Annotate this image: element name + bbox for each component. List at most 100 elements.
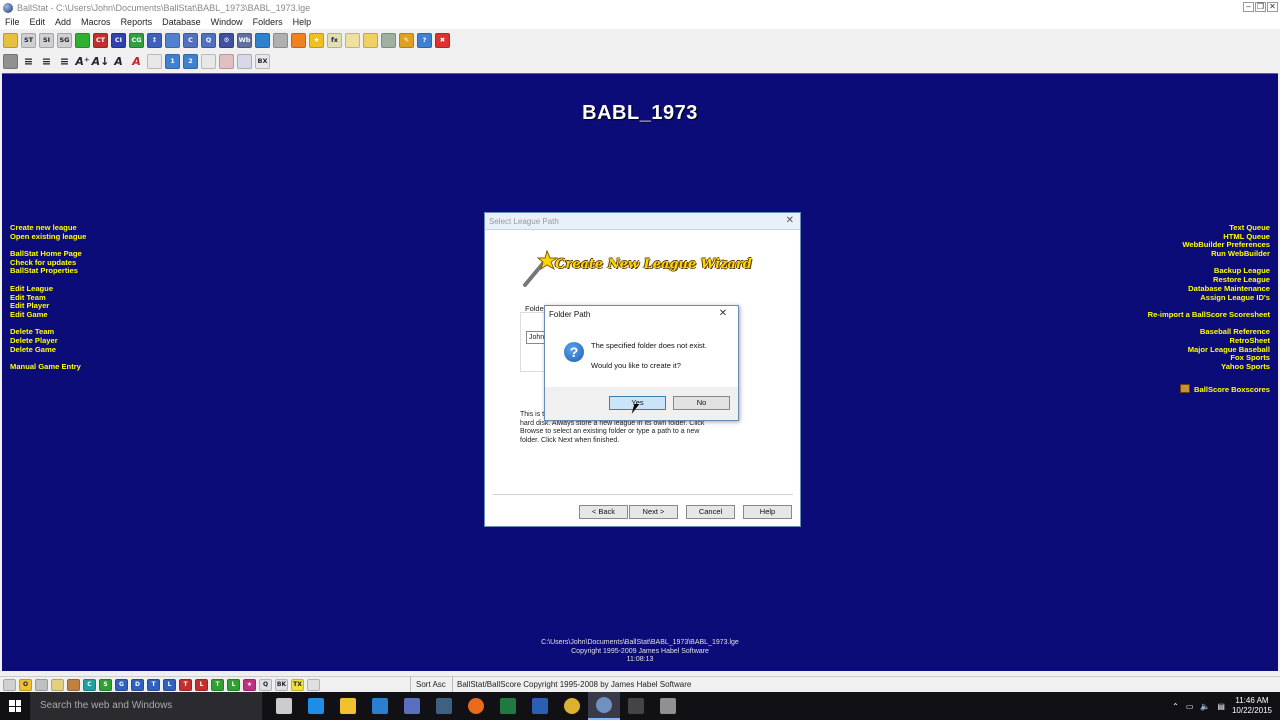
taskbar-word-button[interactable] xyxy=(524,692,556,720)
print-icon[interactable] xyxy=(3,53,18,69)
page-icon[interactable] xyxy=(147,53,162,69)
minimize-button[interactable]: – xyxy=(1243,2,1254,12)
taskbar-clock[interactable]: 11:46 AM 10/22/2015 xyxy=(1232,696,1272,716)
callout-icon[interactable]: 1 xyxy=(165,53,180,69)
c-icon[interactable]: C xyxy=(183,32,198,48)
link-edit-game[interactable]: Edit Game xyxy=(10,310,210,320)
gear-icon[interactable]: ⚙ xyxy=(219,32,234,48)
link-ballscore-boxscores[interactable]: BallScore Boxscores xyxy=(1010,384,1270,394)
ct-icon[interactable]: CT xyxy=(93,32,108,48)
tray-chevron-icon[interactable]: ⌃ xyxy=(1172,702,1179,711)
taskbar-calculator-button[interactable] xyxy=(652,692,684,720)
taskbar-file-explorer-button[interactable] xyxy=(332,692,364,720)
table-icon[interactable] xyxy=(237,53,252,69)
taskbar-app-button[interactable] xyxy=(428,692,460,720)
t-red-icon[interactable]: T xyxy=(179,678,192,691)
callout2-icon[interactable]: 2 xyxy=(183,53,198,69)
taskbar-chrome-button[interactable] xyxy=(556,692,588,720)
next-button[interactable]: Next > xyxy=(629,505,678,519)
menu-edit[interactable]: Edit xyxy=(25,17,51,27)
menu-file[interactable]: File xyxy=(0,17,25,27)
wb-icon[interactable]: Wb xyxy=(237,32,252,48)
open-folder-icon[interactable] xyxy=(3,32,18,48)
l-blue-icon[interactable]: L xyxy=(163,678,176,691)
taskbar-ballstat-button[interactable] xyxy=(588,692,620,720)
menu-folders[interactable]: Folders xyxy=(248,17,288,27)
menu-macros[interactable]: Macros xyxy=(76,17,116,27)
folder-blue-icon[interactable] xyxy=(165,32,180,48)
orange-icon[interactable] xyxy=(291,32,306,48)
dialog-close-icon[interactable]: ✕ xyxy=(712,307,734,321)
link-open-existing-league[interactable]: Open existing league xyxy=(10,232,210,242)
si-icon[interactable]: SI xyxy=(39,32,54,48)
menu-reports[interactable]: Reports xyxy=(116,17,158,27)
t-blue-icon[interactable]: T xyxy=(147,678,160,691)
link-assign-league-id-s[interactable]: Assign League ID's xyxy=(1010,293,1270,303)
back-button[interactable]: < Back xyxy=(579,505,628,519)
bk-icon[interactable]: BK xyxy=(275,678,288,691)
font-icon[interactable]: A xyxy=(111,54,126,69)
ci-icon[interactable]: CI xyxy=(111,32,126,48)
tx-icon[interactable]: TX xyxy=(291,678,304,691)
fx-icon[interactable]: fx xyxy=(327,32,342,48)
bx-icon[interactable]: BX xyxy=(255,53,270,69)
network-icon[interactable]: ▭ xyxy=(1186,702,1194,711)
taskbar-search-input[interactable]: Search the web and Windows xyxy=(30,692,262,720)
link-delete-game[interactable]: Delete Game xyxy=(10,345,210,355)
sort-icon[interactable]: ↕ xyxy=(147,32,162,48)
notifications-icon[interactable]: ▤ xyxy=(1217,702,1225,711)
close-button[interactable]: ✕ xyxy=(1267,2,1278,12)
doc-icon[interactable] xyxy=(201,53,216,69)
link-re-import-a-ballscore-scoresheet[interactable]: Re-import a BallScore Scoresheet xyxy=(1010,310,1270,320)
l-green-icon[interactable]: L xyxy=(227,678,240,691)
align-left-icon[interactable]: ≡ xyxy=(21,54,36,69)
o-icon[interactable]: O xyxy=(19,678,32,691)
q-white-icon[interactable]: Q xyxy=(259,678,272,691)
taskbar-cmd-button[interactable] xyxy=(620,692,652,720)
start-button[interactable] xyxy=(0,692,30,720)
star-red-icon[interactable]: ★ xyxy=(243,678,256,691)
edit-icon[interactable] xyxy=(3,678,16,691)
help-icon[interactable]: ? xyxy=(417,32,432,48)
globe-icon[interactable] xyxy=(255,32,270,48)
font-red-icon[interactable]: A xyxy=(129,54,144,69)
font-larger-icon[interactable]: A⁺ xyxy=(75,54,90,69)
volume-icon[interactable]: 🔈 xyxy=(1200,702,1210,711)
s-green-icon[interactable]: S xyxy=(99,678,112,691)
link-yahoo-sports[interactable]: Yahoo Sports xyxy=(1010,362,1270,372)
g-blue-icon[interactable]: G xyxy=(115,678,128,691)
wizard-close-icon[interactable]: ✕ xyxy=(786,215,794,226)
cg-icon[interactable]: CG xyxy=(129,32,144,48)
align-right-icon[interactable]: ≡ xyxy=(57,54,72,69)
t-green-icon[interactable]: T xyxy=(211,678,224,691)
star-icon[interactable]: ★ xyxy=(309,32,324,48)
cancel-button[interactable]: Cancel xyxy=(686,505,735,519)
q-icon[interactable]: Q xyxy=(201,32,216,48)
st-icon[interactable]: ST xyxy=(21,32,36,48)
link-icon[interactable] xyxy=(273,32,288,48)
l-red-icon[interactable]: L xyxy=(195,678,208,691)
help-button[interactable]: Help xyxy=(743,505,792,519)
taskbar-media-button[interactable] xyxy=(396,692,428,720)
pencil-icon[interactable]: ✎ xyxy=(399,32,414,48)
link-manual-game-entry[interactable]: Manual Game Entry xyxy=(10,362,210,372)
no-button[interactable]: No xyxy=(673,396,730,410)
link-run-webbuilder[interactable]: Run WebBuilder xyxy=(1010,249,1270,259)
menu-add[interactable]: Add xyxy=(50,17,76,27)
doc-red-icon[interactable] xyxy=(219,53,234,69)
box-icon[interactable] xyxy=(67,678,80,691)
close-icon[interactable]: ✖ xyxy=(435,32,450,48)
d-blue-icon[interactable]: D xyxy=(131,678,144,691)
taskbar-store-button[interactable] xyxy=(364,692,396,720)
clipboard-icon[interactable] xyxy=(345,32,360,48)
folder-open-icon[interactable] xyxy=(51,678,64,691)
link-ballstat-properties[interactable]: BallStat Properties xyxy=(10,267,210,276)
taskbar-edge-button[interactable] xyxy=(300,692,332,720)
taskbar-excel-button[interactable] xyxy=(492,692,524,720)
grid-icon[interactable] xyxy=(381,32,396,48)
sg-icon[interactable]: SG xyxy=(57,32,72,48)
folder-icon[interactable] xyxy=(363,32,378,48)
align-center-icon[interactable]: ≡ xyxy=(39,54,54,69)
menu-help[interactable]: Help xyxy=(288,17,317,27)
font-smaller-icon[interactable]: A↓ xyxy=(92,54,110,69)
